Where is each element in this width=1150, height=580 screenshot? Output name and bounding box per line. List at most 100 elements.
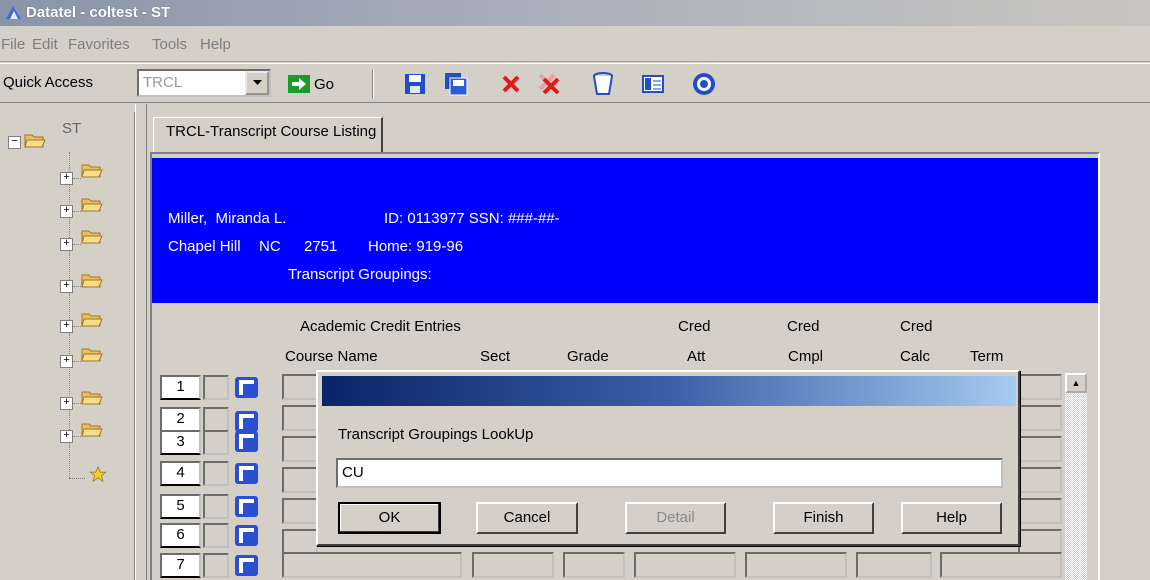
row-number[interactable]: 4	[160, 461, 201, 486]
toolbar-separator	[372, 70, 374, 98]
row-detail-icon[interactable]	[234, 524, 259, 547]
cancel-icon[interactable]	[498, 71, 524, 97]
row-select-box[interactable]	[203, 523, 229, 548]
row-number[interactable]: 3	[160, 430, 201, 455]
row-select-box[interactable]	[203, 494, 229, 519]
quick-access-value: TRCL	[143, 74, 183, 91]
pane-splitter[interactable]	[135, 104, 147, 580]
row-number[interactable]: 7	[160, 553, 201, 578]
folder-icon[interactable]	[81, 311, 103, 328]
student-state: NC	[259, 238, 281, 255]
course-name-cell[interactable]	[282, 498, 318, 524]
grid-scrollbar[interactable]: ▲	[1065, 373, 1087, 580]
help-button[interactable]: Help	[901, 502, 1002, 534]
detail-button[interactable]: Detail	[625, 502, 726, 534]
menu-file[interactable]: File	[1, 36, 25, 53]
chevron-down-icon[interactable]	[245, 71, 269, 95]
tree-expand-toggle[interactable]: +	[60, 280, 73, 293]
row-detail-icon[interactable]	[234, 376, 259, 399]
row-select-box[interactable]	[203, 430, 229, 455]
datatel-app-icon	[6, 6, 21, 19]
detail-icon[interactable]	[640, 71, 666, 97]
toolbar: Quick Access TRCL Go	[0, 63, 1150, 103]
course-name-cell[interactable]	[282, 374, 318, 400]
folder-icon[interactable]	[81, 346, 103, 363]
folder-icon[interactable]	[81, 228, 103, 245]
header-term: Term	[970, 348, 1004, 365]
term-cell[interactable]	[1018, 467, 1062, 493]
course-name-cell[interactable]	[282, 552, 462, 578]
row-detail-icon[interactable]	[234, 430, 259, 453]
course-name-cell[interactable]	[282, 405, 318, 431]
menu-bar: File Edit Favorites Tools Help	[0, 26, 1150, 62]
scroll-up-icon[interactable]: ▲	[1065, 373, 1087, 393]
delete-icon[interactable]	[590, 71, 616, 97]
lookup-input[interactable]: CU	[336, 458, 1003, 488]
term-cell[interactable]	[1018, 374, 1062, 400]
row-detail-icon[interactable]	[234, 462, 259, 485]
save-icon[interactable]	[402, 71, 428, 97]
tree-root-label: ST	[62, 120, 82, 137]
term-cell[interactable]	[940, 552, 1062, 578]
student-name: Miller, Miranda L.	[168, 210, 287, 227]
finish-button[interactable]: Finish	[773, 502, 874, 534]
term-cell[interactable]	[1018, 498, 1062, 524]
menu-tools[interactable]: Tools	[152, 36, 187, 53]
section-cell[interactable]	[472, 552, 554, 578]
cancel-button[interactable]: Cancel	[476, 502, 578, 534]
row-select-box[interactable]	[203, 461, 229, 486]
tree-expand-toggle[interactable]: +	[60, 430, 73, 443]
tree-expand-toggle[interactable]: +	[60, 320, 73, 333]
row-number[interactable]: 2	[160, 407, 201, 432]
tree-collapse-toggle[interactable]: −	[8, 136, 21, 149]
tree-expand-toggle[interactable]: +	[60, 397, 73, 410]
student-zip: 2751	[304, 238, 338, 255]
row-detail-icon[interactable]	[234, 554, 259, 577]
course-name-cell[interactable]	[282, 467, 318, 493]
grade-cell[interactable]	[563, 552, 625, 578]
row-detail-icon[interactable]	[234, 495, 259, 518]
header-cred-att-top: Cred	[678, 318, 711, 335]
student-header: Miller, Miranda L. ID: 0113977 SSN: ###-…	[152, 158, 1098, 303]
row-select-box[interactable]	[203, 553, 229, 578]
dialog-title-bar[interactable]	[322, 376, 1016, 406]
row-number[interactable]: 1	[160, 375, 201, 400]
folder-icon[interactable]	[81, 162, 103, 179]
row-select-box[interactable]	[203, 375, 229, 400]
tree-expand-toggle[interactable]: +	[60, 172, 73, 185]
ok-button[interactable]: OK	[338, 502, 441, 534]
save-all-icon[interactable]	[443, 71, 469, 97]
favorites-star-icon[interactable]	[87, 466, 109, 483]
student-home-phone: Home: 919-96	[368, 238, 464, 255]
tree-expand-toggle[interactable]: +	[60, 238, 73, 251]
row-number[interactable]: 6	[160, 523, 201, 548]
row-select-box[interactable]	[203, 407, 229, 432]
cred-calc-cell[interactable]	[856, 552, 932, 578]
folder-icon[interactable]	[81, 196, 103, 213]
term-cell[interactable]	[1018, 436, 1062, 462]
student-city: Chapel Hill	[168, 238, 241, 255]
cred-cmpl-cell[interactable]	[745, 552, 847, 578]
term-cell[interactable]	[1018, 405, 1062, 431]
row-number[interactable]: 5	[160, 494, 201, 519]
quick-access-label: Quick Access	[3, 74, 94, 91]
cred-att-cell[interactable]	[634, 552, 736, 578]
folder-icon[interactable]	[81, 421, 103, 438]
help-icon[interactable]	[691, 71, 717, 97]
folder-icon[interactable]	[81, 272, 103, 289]
menu-favorites[interactable]: Favorites	[68, 36, 130, 53]
course-name-cell[interactable]	[282, 436, 318, 462]
tree-expand-toggle[interactable]: +	[60, 205, 73, 218]
go-label: Go	[314, 75, 335, 93]
dialog-label: Transcript Groupings LookUp	[338, 426, 534, 443]
quick-access-combo[interactable]: TRCL	[137, 69, 271, 97]
menu-help[interactable]: Help	[200, 36, 231, 53]
tree-expand-toggle[interactable]: +	[60, 355, 73, 368]
tab-trcl[interactable]: TRCL-Transcript Course Listing	[153, 117, 383, 152]
header-cred-calc-top: Cred	[900, 318, 933, 335]
cancel-all-icon[interactable]	[536, 71, 562, 97]
header-grade: Grade	[567, 348, 609, 365]
folder-icon[interactable]	[81, 389, 103, 406]
go-button[interactable]: Go	[288, 71, 334, 97]
menu-edit[interactable]: Edit	[32, 36, 58, 53]
